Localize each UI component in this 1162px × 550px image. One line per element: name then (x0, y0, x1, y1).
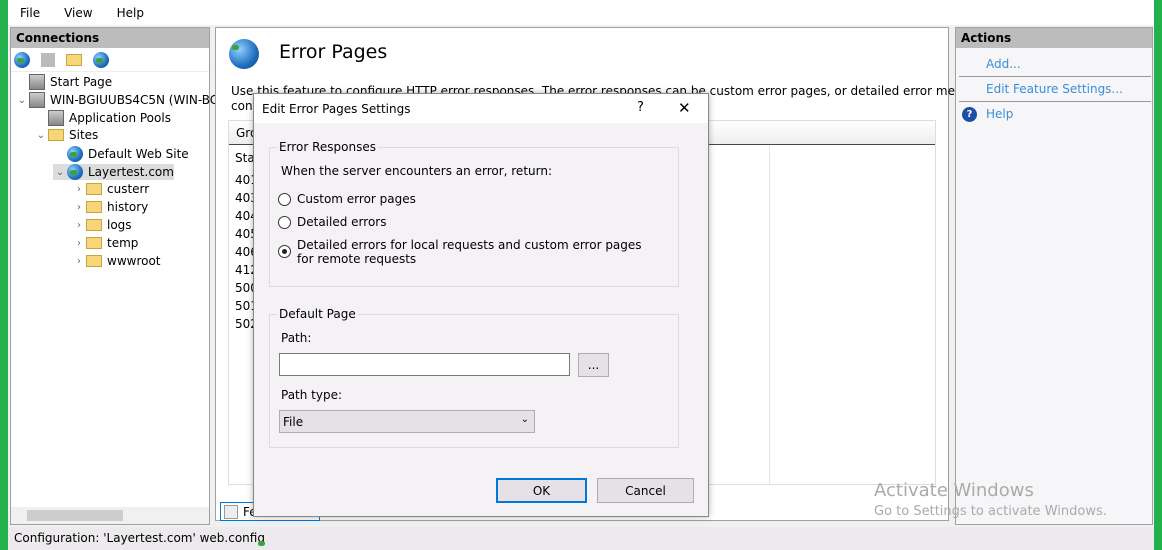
menu-file[interactable]: File (8, 6, 52, 20)
chevron-down-icon[interactable]: ⌄ (15, 95, 29, 106)
status-bar: Configuration: 'Layertest.com' web.confi… (8, 527, 1154, 550)
path-input[interactable] (279, 353, 570, 376)
chevron-right-icon[interactable]: › (72, 238, 86, 249)
activation-watermark-title: Activate Windows (874, 480, 1034, 501)
status-text: Configuration: 'Layertest.com' web.confi… (14, 531, 265, 545)
default-page-label: Default Page (277, 307, 358, 321)
tree-node-label: Layertest.com (88, 165, 174, 179)
path-type-select[interactable]: File ⌄ (279, 410, 535, 433)
tree-node-label: custerr (107, 182, 150, 196)
tree-node[interactable]: Start Page (15, 74, 112, 90)
features-view-icon (224, 504, 238, 519)
tree-node-label: history (107, 200, 149, 214)
action-help[interactable]: Help (986, 107, 1013, 121)
default-page-group: Default Page Path: ... Path type: File ⌄ (269, 307, 679, 448)
cancel-button[interactable]: Cancel (597, 478, 694, 503)
dialog-title: Edit Error Pages Settings (262, 101, 411, 116)
radio-button[interactable] (278, 216, 291, 229)
edit-error-pages-dialog: Edit Error Pages Settings ? ✕ Error Resp… (253, 93, 709, 517)
chevron-down-icon[interactable]: ⌄ (53, 167, 67, 178)
folder-icon (86, 201, 102, 213)
page-title: Error Pages (279, 41, 388, 63)
folder-icon (86, 255, 102, 267)
activation-watermark-text: Go to Settings to activate Windows. (874, 504, 1107, 519)
desktop-border-left (0, 0, 8, 550)
tree-node[interactable]: Application Pools (34, 110, 171, 126)
connect-icon[interactable] (14, 51, 30, 68)
error-responses-group: Error Responses When the server encounte… (269, 140, 679, 287)
disconnect-icon[interactable] (93, 51, 109, 68)
scrollbar-thumb[interactable] (27, 510, 123, 521)
tree-node[interactable]: › custerr (72, 182, 149, 196)
server-icon (29, 74, 45, 90)
error-pages-icon (229, 39, 259, 69)
radio-detailed-local-custom-remote[interactable]: Detailed errors for local requests and c… (278, 238, 642, 266)
chevron-right-icon[interactable]: › (72, 220, 86, 231)
chevron-right-icon[interactable]: › (72, 184, 86, 195)
help-icon[interactable]: ? (962, 107, 977, 122)
tree-node[interactable]: › wwwroot (72, 254, 161, 268)
server-icon (48, 110, 64, 126)
path-type-label: Path type: (281, 388, 343, 402)
folder-icon (86, 237, 102, 249)
menu-view[interactable]: View (52, 6, 104, 20)
browse-button[interactable]: ... (578, 353, 609, 377)
desktop-border-right (1154, 0, 1162, 550)
folder-icon (48, 129, 64, 141)
radio-button[interactable] (278, 245, 291, 258)
menu-bar: File View Help (8, 0, 1154, 25)
menu-help[interactable]: Help (105, 6, 156, 20)
tree-node[interactable]: ⌄ Sites (34, 128, 99, 142)
dialog-close-button[interactable]: ✕ (678, 99, 691, 117)
tree-node-label: temp (107, 236, 139, 250)
tree-node[interactable]: › history (72, 200, 148, 214)
radio-label: Detailed errors (297, 215, 387, 229)
tree-node[interactable]: › temp (72, 236, 138, 250)
actions-title: Actions (956, 28, 1152, 48)
tree-node-label: logs (107, 218, 132, 232)
tree-node-label: Application Pools (69, 111, 171, 125)
tree-node[interactable]: ⌄ Layertest.com (53, 164, 174, 180)
chevron-right-icon[interactable]: › (72, 202, 86, 213)
tree-node-label: wwwroot (107, 254, 161, 268)
radio-custom-error-pages[interactable]: Custom error pages (278, 192, 416, 206)
horizontal-scrollbar[interactable] (11, 507, 209, 524)
globe-icon (67, 164, 83, 180)
folder-icon (86, 183, 102, 195)
tree-node[interactable]: ⌄ WIN-BGIUUBS4C5N (WIN-BG (15, 92, 219, 108)
error-prompt: When the server encounters an error, ret… (281, 164, 552, 178)
radio-detailed-errors[interactable]: Detailed errors (278, 215, 386, 229)
dialog-help-button[interactable]: ? (637, 100, 644, 115)
action-add[interactable]: Add... (986, 57, 1021, 71)
tree-node[interactable]: › logs (72, 218, 132, 232)
tree-node[interactable]: Default Web Site (53, 146, 189, 162)
action-edit-feature-settings[interactable]: Edit Feature Settings... (986, 82, 1123, 96)
ok-button[interactable]: OK (496, 478, 587, 503)
path-type-value: File (283, 415, 304, 429)
radio-label-line2: for remote requests (297, 252, 417, 266)
path-label: Path: (281, 331, 312, 345)
actions-panel: Actions Add... Edit Feature Settings... … (955, 27, 1153, 525)
connections-title: Connections (11, 28, 209, 48)
tree-node-label: Start Page (50, 75, 113, 89)
connections-panel: Connections Start Page ⌄ WIN-BGIUUBS4C5N (… (10, 27, 219, 525)
error-responses-label: Error Responses (277, 140, 378, 154)
chevron-down-icon: ⌄ (520, 414, 529, 425)
radio-label: Detailed errors for local requests and c… (297, 238, 642, 252)
chevron-down-icon[interactable]: ⌄ (34, 130, 48, 141)
radio-button[interactable] (278, 193, 291, 206)
tree-node-label: WIN-BGIUUBS4C5N (WIN-BG (50, 93, 220, 107)
globe-icon (67, 146, 83, 162)
folder-icon (86, 219, 102, 231)
dialog-titlebar: Edit Error Pages Settings ? ✕ (254, 94, 708, 123)
chevron-right-icon[interactable]: › (72, 256, 86, 267)
radio-label: Custom error pages (297, 192, 416, 206)
tree-node-label: Default Web Site (88, 147, 189, 161)
save-icon[interactable] (41, 52, 55, 67)
up-folder-icon[interactable] (66, 53, 82, 66)
tree-node-label: Sites (69, 128, 99, 142)
server-icon (29, 92, 45, 108)
